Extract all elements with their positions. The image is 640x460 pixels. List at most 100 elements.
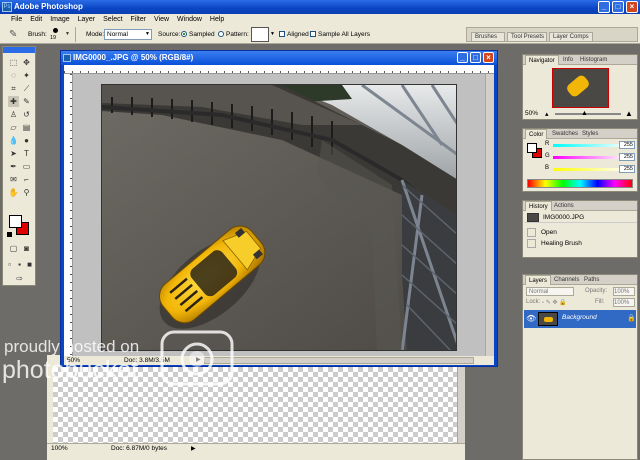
tab-histogram[interactable]: Histogram: [577, 55, 610, 65]
well-tab-tool-presets[interactable]: Tool Presets: [507, 32, 547, 42]
dodge-tool-icon[interactable]: ●: [21, 135, 32, 146]
layer-row-background[interactable]: 👁 Background 🔒: [524, 310, 636, 328]
minimize-icon[interactable]: _: [598, 1, 610, 13]
mode-select[interactable]: Normal ▼: [104, 29, 152, 40]
history-item-healing-brush[interactable]: Healing Brush: [525, 238, 637, 249]
horizontal-scrollbar[interactable]: [204, 357, 474, 364]
history-brush-tool-icon[interactable]: ↺: [21, 109, 32, 120]
tab-history[interactable]: History: [525, 201, 552, 211]
move-tool-icon[interactable]: ✥: [21, 57, 32, 68]
eraser-tool-icon[interactable]: ▱: [8, 122, 19, 133]
document-title-bar[interactable]: IMG0000_.JPG @ 50% (RGB/8#): [61, 51, 497, 65]
type-tool-icon[interactable]: T: [21, 148, 32, 159]
zoom-in-icon[interactable]: ▲: [625, 109, 633, 118]
menu-select[interactable]: Select: [100, 14, 125, 25]
lasso-tool-icon[interactable]: ◌: [8, 70, 19, 81]
channel-g-value[interactable]: 255: [619, 153, 635, 161]
slice-tool-icon[interactable]: ⟋: [21, 83, 32, 94]
blend-mode-select[interactable]: Normal: [526, 287, 574, 296]
tab-swatches[interactable]: Swatches: [549, 129, 581, 139]
zoom-tool-icon[interactable]: ⚲: [21, 187, 32, 198]
tab-paths[interactable]: Paths: [581, 275, 602, 285]
history-brush-source-box[interactable]: [527, 228, 536, 237]
well-tab-brushes[interactable]: Brushes: [471, 32, 505, 42]
pattern-swatch[interactable]: [251, 27, 269, 42]
menu-image[interactable]: Image: [47, 14, 72, 25]
tab-color[interactable]: Color: [525, 129, 548, 139]
menu-filter[interactable]: Filter: [128, 14, 150, 25]
brush-tool-icon[interactable]: ✎: [21, 96, 32, 107]
screen-mode-menu-icon[interactable]: ▪: [15, 259, 24, 270]
menu-file[interactable]: File: [8, 14, 25, 25]
path-selection-tool-icon[interactable]: ➤: [8, 148, 19, 159]
history-snapshot-row[interactable]: IMG0000.JPG: [525, 212, 637, 223]
shape-tool-icon[interactable]: ▭: [21, 161, 32, 172]
menu-layer[interactable]: Layer: [75, 14, 99, 25]
screen-mode-standard-icon[interactable]: ▫: [5, 259, 14, 270]
close-icon[interactable]: ×: [626, 1, 638, 13]
healing-brush-tool-icon[interactable]: ✚: [8, 96, 19, 107]
tab-navigator[interactable]: Navigator: [525, 55, 559, 65]
channel-b-slider[interactable]: [553, 168, 627, 171]
hand-tool-icon[interactable]: ✋: [8, 187, 19, 198]
tab-layers[interactable]: Layers: [525, 275, 552, 285]
maximize-icon[interactable]: □: [612, 1, 624, 13]
slider-thumb-icon[interactable]: ▲: [581, 110, 588, 117]
sample-all-layers-checkbox[interactable]: Sample All Layers: [310, 25, 370, 44]
opacity-field[interactable]: 100%: [613, 287, 635, 296]
tab-styles[interactable]: Styles: [579, 129, 601, 139]
eye-icon[interactable]: 👁: [526, 314, 536, 323]
history-item-open[interactable]: Open: [525, 227, 637, 238]
bridge-car-photo[interactable]: [101, 84, 457, 351]
color-foreground-swatch[interactable]: [527, 143, 537, 153]
menu-window[interactable]: Window: [174, 14, 205, 25]
brush-picker[interactable]: 19: [50, 25, 62, 44]
aligned-checkbox[interactable]: Aligned: [279, 25, 309, 44]
default-colors-icon[interactable]: [7, 232, 12, 237]
quick-mask-icon[interactable]: ◙: [21, 243, 32, 254]
foreground-color-swatch[interactable]: [9, 215, 22, 228]
document-2-zoom[interactable]: 100%: [51, 444, 68, 454]
vertical-scrollbar[interactable]: [457, 367, 465, 443]
tab-channels[interactable]: Channels: [551, 275, 582, 285]
channel-g-slider[interactable]: [553, 156, 627, 159]
pen-tool-icon[interactable]: ✒: [8, 161, 19, 172]
navigator-zoom-slider[interactable]: [555, 113, 621, 115]
color-spectrum-bar[interactable]: [527, 179, 633, 188]
tab-actions[interactable]: Actions: [551, 201, 577, 211]
fill-field[interactable]: 100%: [613, 298, 635, 307]
menu-view[interactable]: View: [151, 14, 172, 25]
channel-b-value[interactable]: 255: [619, 165, 635, 173]
blur-tool-icon[interactable]: 💧: [8, 135, 19, 146]
clone-stamp-tool-icon[interactable]: ♙: [8, 109, 19, 120]
navigator-zoom[interactable]: 50%: [525, 110, 538, 117]
marquee-tool-icon[interactable]: ⬚: [8, 57, 19, 68]
screen-mode-full-icon[interactable]: ■: [25, 259, 34, 270]
menu-edit[interactable]: Edit: [27, 14, 45, 25]
tab-info[interactable]: Info: [560, 55, 576, 65]
menu-help[interactable]: Help: [207, 14, 227, 25]
channel-r-value[interactable]: 255: [619, 141, 635, 149]
source-pattern-radio[interactable]: Pattern:: [218, 25, 249, 44]
notes-tool-icon[interactable]: ✉: [8, 174, 19, 185]
minimize-icon[interactable]: _: [457, 52, 468, 63]
standard-mode-icon[interactable]: ▢: [8, 243, 19, 254]
chevron-down-icon[interactable]: ▼: [65, 25, 70, 44]
close-icon[interactable]: ×: [483, 52, 494, 63]
magic-wand-tool-icon[interactable]: ✦: [21, 70, 32, 81]
vertical-scrollbar[interactable]: [485, 74, 494, 356]
crop-tool-icon[interactable]: ⌗: [8, 83, 19, 94]
maximize-icon[interactable]: □: [470, 52, 481, 63]
chevron-down-icon[interactable]: ▼: [270, 25, 275, 44]
zoom-out-icon[interactable]: ▴: [545, 110, 549, 118]
well-tab-layer-comps[interactable]: Layer Comps: [549, 32, 593, 42]
navigator-thumbnail[interactable]: [552, 68, 609, 108]
eyedropper-tool-icon[interactable]: ⌐: [21, 174, 32, 185]
history-brush-source-box[interactable]: [527, 239, 536, 248]
source-sampled-radio[interactable]: Sampled: [181, 25, 215, 44]
jump-to-imageready-icon[interactable]: ⇨: [14, 273, 25, 284]
lock-icons[interactable]: ▫ ✎ ✥ 🔒: [542, 299, 567, 306]
gradient-tool-icon[interactable]: ▤: [21, 122, 32, 133]
channel-r-slider[interactable]: [553, 144, 627, 147]
status-arrow-icon[interactable]: ▶: [191, 444, 196, 454]
